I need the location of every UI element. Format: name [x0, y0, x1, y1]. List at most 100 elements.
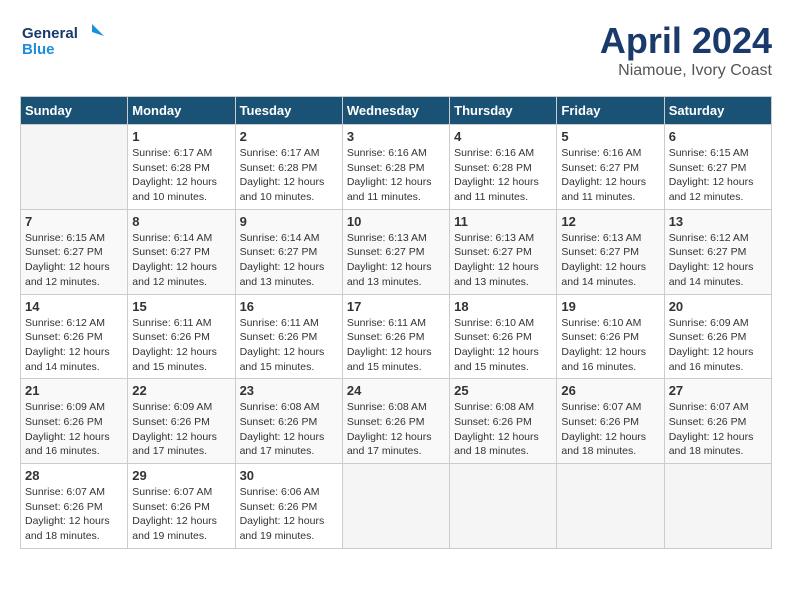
day-number: 3 — [347, 129, 445, 144]
calendar-cell: 22 Sunrise: 6:09 AM Sunset: 6:26 PM Dayli… — [128, 379, 235, 464]
day-number: 4 — [454, 129, 552, 144]
day-number: 21 — [25, 383, 123, 398]
calendar-cell: 17 Sunrise: 6:11 AM Sunset: 6:26 PM Dayli… — [342, 294, 449, 379]
logo: General Blue — [20, 20, 110, 64]
weekday-header-monday: Monday — [128, 97, 235, 125]
day-info: Sunrise: 6:08 AM Sunset: 6:26 PM Dayligh… — [347, 400, 445, 459]
day-info: Sunrise: 6:17 AM Sunset: 6:28 PM Dayligh… — [132, 146, 230, 205]
day-number: 17 — [347, 299, 445, 314]
day-info: Sunrise: 6:16 AM Sunset: 6:27 PM Dayligh… — [561, 146, 659, 205]
day-info: Sunrise: 6:15 AM Sunset: 6:27 PM Dayligh… — [669, 146, 767, 205]
weekday-header-row: SundayMondayTuesdayWednesdayThursdayFrid… — [21, 97, 772, 125]
day-info: Sunrise: 6:17 AM Sunset: 6:28 PM Dayligh… — [240, 146, 338, 205]
calendar-cell: 24 Sunrise: 6:08 AM Sunset: 6:26 PM Dayli… — [342, 379, 449, 464]
day-number: 28 — [25, 468, 123, 483]
day-info: Sunrise: 6:07 AM Sunset: 6:26 PM Dayligh… — [561, 400, 659, 459]
weekday-header-tuesday: Tuesday — [235, 97, 342, 125]
calendar-cell: 27Sunrise: 6:07 AM Sunset: 6:26 PM Dayli… — [664, 379, 771, 464]
day-info: Sunrise: 6:14 AM Sunset: 6:27 PM Dayligh… — [132, 231, 230, 290]
day-number: 2 — [240, 129, 338, 144]
day-info: Sunrise: 6:09 AM Sunset: 6:26 PM Dayligh… — [132, 400, 230, 459]
calendar-cell: 5Sunrise: 6:16 AM Sunset: 6:27 PM Daylig… — [557, 125, 664, 210]
calendar-cell: 6 Sunrise: 6:15 AM Sunset: 6:27 PM Daylig… — [664, 125, 771, 210]
day-info: Sunrise: 6:12 AM Sunset: 6:26 PM Dayligh… — [25, 316, 123, 375]
day-info: Sunrise: 6:14 AM Sunset: 6:27 PM Dayligh… — [240, 231, 338, 290]
calendar-cell — [557, 464, 664, 549]
calendar-cell: 21 Sunrise: 6:09 AM Sunset: 6:26 PM Dayli… — [21, 379, 128, 464]
day-info: Sunrise: 6:11 AM Sunset: 6:26 PM Dayligh… — [240, 316, 338, 375]
calendar-cell: 13 Sunrise: 6:12 AM Sunset: 6:27 PM Dayli… — [664, 209, 771, 294]
weekday-header-thursday: Thursday — [450, 97, 557, 125]
calendar-cell: 16 Sunrise: 6:11 AM Sunset: 6:26 PM Dayli… — [235, 294, 342, 379]
day-number: 25 — [454, 383, 552, 398]
day-number: 7 — [25, 214, 123, 229]
day-number: 27 — [669, 383, 767, 398]
day-number: 6 — [669, 129, 767, 144]
day-info: Sunrise: 6:11 AM Sunset: 6:26 PM Dayligh… — [347, 316, 445, 375]
calendar-cell: 28Sunrise: 6:07 AM Sunset: 6:26 PM Dayli… — [21, 464, 128, 549]
svg-text:Blue: Blue — [22, 41, 55, 58]
page-header: General Blue April 2024 Niamoue, Ivory C… — [20, 20, 772, 80]
weekday-header-friday: Friday — [557, 97, 664, 125]
calendar-cell: 23 Sunrise: 6:08 AM Sunset: 6:26 PM Dayli… — [235, 379, 342, 464]
week-row-3: 14 Sunrise: 6:12 AM Sunset: 6:26 PM Dayli… — [21, 294, 772, 379]
location-title: Niamoue, Ivory Coast — [600, 62, 772, 80]
calendar-cell: 1 Sunrise: 6:17 AM Sunset: 6:28 PM Daylig… — [128, 125, 235, 210]
calendar-cell: 4 Sunrise: 6:16 AM Sunset: 6:28 PM Daylig… — [450, 125, 557, 210]
day-number: 13 — [669, 214, 767, 229]
day-number: 16 — [240, 299, 338, 314]
day-number: 22 — [132, 383, 230, 398]
day-info: Sunrise: 6:11 AM Sunset: 6:26 PM Dayligh… — [132, 316, 230, 375]
title-block: April 2024 Niamoue, Ivory Coast — [600, 20, 772, 80]
day-number: 20 — [669, 299, 767, 314]
day-number: 30 — [240, 468, 338, 483]
weekday-header-wednesday: Wednesday — [342, 97, 449, 125]
day-number: 18 — [454, 299, 552, 314]
day-info: Sunrise: 6:08 AM Sunset: 6:26 PM Dayligh… — [240, 400, 338, 459]
calendar-cell: 30 Sunrise: 6:06 AM Sunset: 6:26 PM Dayli… — [235, 464, 342, 549]
weekday-header-saturday: Saturday — [664, 97, 771, 125]
day-number: 23 — [240, 383, 338, 398]
day-info: Sunrise: 6:13 AM Sunset: 6:27 PM Dayligh… — [454, 231, 552, 290]
svg-text:General: General — [22, 25, 78, 42]
day-info: Sunrise: 6:13 AM Sunset: 6:27 PM Dayligh… — [561, 231, 659, 290]
calendar-table: SundayMondayTuesdayWednesdayThursdayFrid… — [20, 96, 772, 549]
day-number: 1 — [132, 129, 230, 144]
calendar-cell — [342, 464, 449, 549]
day-number: 24 — [347, 383, 445, 398]
calendar-cell: 3 Sunrise: 6:16 AM Sunset: 6:28 PM Daylig… — [342, 125, 449, 210]
calendar-cell: 15Sunrise: 6:11 AM Sunset: 6:26 PM Dayli… — [128, 294, 235, 379]
week-row-4: 21 Sunrise: 6:09 AM Sunset: 6:26 PM Dayli… — [21, 379, 772, 464]
day-info: Sunrise: 6:09 AM Sunset: 6:26 PM Dayligh… — [25, 400, 123, 459]
day-number: 9 — [240, 214, 338, 229]
calendar-cell: 29Sunrise: 6:07 AM Sunset: 6:26 PM Dayli… — [128, 464, 235, 549]
week-row-1: 1 Sunrise: 6:17 AM Sunset: 6:28 PM Daylig… — [21, 125, 772, 210]
calendar-cell: 26 Sunrise: 6:07 AM Sunset: 6:26 PM Dayli… — [557, 379, 664, 464]
weekday-header-sunday: Sunday — [21, 97, 128, 125]
calendar-cell: 11 Sunrise: 6:13 AM Sunset: 6:27 PM Dayli… — [450, 209, 557, 294]
calendar-cell — [664, 464, 771, 549]
calendar-cell: 9 Sunrise: 6:14 AM Sunset: 6:27 PM Daylig… — [235, 209, 342, 294]
week-row-2: 7Sunrise: 6:15 AM Sunset: 6:27 PM Daylig… — [21, 209, 772, 294]
month-title: April 2024 — [600, 20, 772, 62]
day-info: Sunrise: 6:08 AM Sunset: 6:26 PM Dayligh… — [454, 400, 552, 459]
day-info: Sunrise: 6:16 AM Sunset: 6:28 PM Dayligh… — [454, 146, 552, 205]
calendar-cell — [21, 125, 128, 210]
day-info: Sunrise: 6:06 AM Sunset: 6:26 PM Dayligh… — [240, 485, 338, 544]
calendar-cell: 25 Sunrise: 6:08 AM Sunset: 6:26 PM Dayli… — [450, 379, 557, 464]
day-info: Sunrise: 6:10 AM Sunset: 6:26 PM Dayligh… — [561, 316, 659, 375]
day-number: 12 — [561, 214, 659, 229]
day-number: 14 — [25, 299, 123, 314]
calendar-cell: 8Sunrise: 6:14 AM Sunset: 6:27 PM Daylig… — [128, 209, 235, 294]
logo-svg: General Blue — [20, 20, 110, 64]
day-info: Sunrise: 6:16 AM Sunset: 6:28 PM Dayligh… — [347, 146, 445, 205]
calendar-cell — [450, 464, 557, 549]
day-info: Sunrise: 6:12 AM Sunset: 6:27 PM Dayligh… — [669, 231, 767, 290]
day-number: 29 — [132, 468, 230, 483]
week-row-5: 28Sunrise: 6:07 AM Sunset: 6:26 PM Dayli… — [21, 464, 772, 549]
calendar-cell: 10Sunrise: 6:13 AM Sunset: 6:27 PM Dayli… — [342, 209, 449, 294]
calendar-cell: 14 Sunrise: 6:12 AM Sunset: 6:26 PM Dayli… — [21, 294, 128, 379]
day-number: 11 — [454, 214, 552, 229]
day-number: 26 — [561, 383, 659, 398]
day-info: Sunrise: 6:10 AM Sunset: 6:26 PM Dayligh… — [454, 316, 552, 375]
